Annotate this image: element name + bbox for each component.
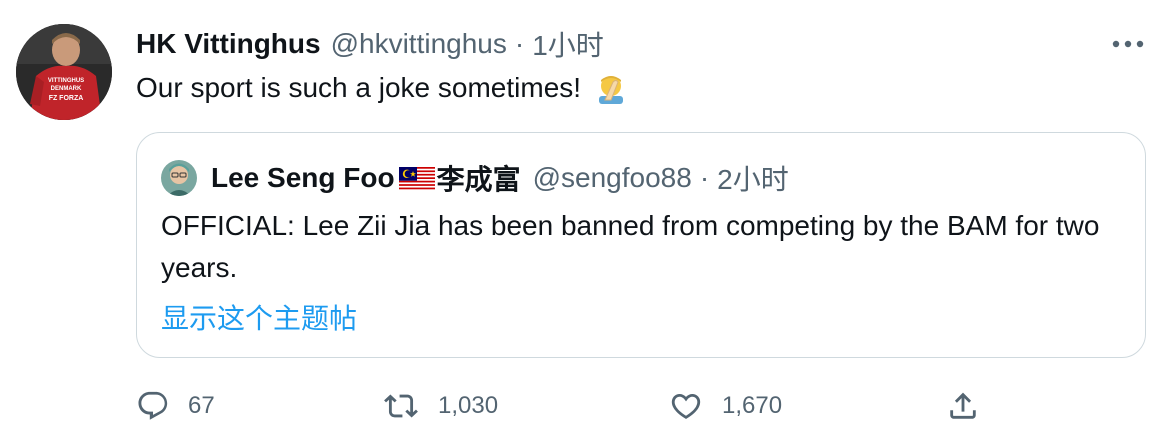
author-name[interactable]: HK Vittinghus — [136, 28, 321, 60]
quoted-author-name[interactable]: Lee Seng Foo — [211, 162, 395, 194]
quoted-separator-dot: · — [699, 162, 710, 193]
quoted-author-avatar[interactable] — [161, 160, 197, 196]
jersey-text-3: FZ FORZA — [49, 95, 84, 102]
tweet-time[interactable]: 1小时 — [532, 24, 604, 64]
quoted-tweet-text: OFFICIAL: Lee Zii Jia has been banned fr… — [161, 210, 1100, 283]
more-icon — [1112, 40, 1144, 48]
reply-button[interactable]: 67 — [136, 384, 215, 428]
tweet-text: Our sport is such a joke sometimes! — [136, 68, 627, 108]
jersey-text-2: DENMARK — [51, 86, 82, 92]
quoted-author-name-chinese[interactable]: 李成富 — [437, 158, 521, 198]
tweet-body: Our sport is such a joke sometimes! — [136, 72, 582, 103]
jersey-text-1: VITTINGHUS — [48, 78, 84, 84]
show-thread-link[interactable]: 显示这个主题帖 — [161, 297, 357, 337]
reply-icon — [138, 391, 168, 420]
quoted-author-handle[interactable]: @sengfoo88 — [533, 162, 692, 194]
heart-icon — [671, 393, 701, 419]
author-avatar[interactable]: VITTINGHUS DENMARK FZ FORZA — [16, 24, 112, 120]
quoted-tweet-time[interactable]: 2小时 — [717, 158, 789, 198]
quoted-tweet[interactable]: Lee Seng Foo 李成富 @sengfoo88 · 2小时 OFFICI… — [136, 132, 1146, 358]
author-handle[interactable]: @hkvittinghus — [331, 28, 507, 60]
share-icon — [950, 392, 976, 419]
avatar-photo: VITTINGHUS DENMARK FZ FORZA — [16, 24, 112, 120]
retweet-icon — [384, 394, 418, 418]
separator-dot: · — [514, 28, 525, 59]
tweet-header: HK Vittinghus @hkvittinghus · 1小时 — [136, 26, 1172, 62]
like-count: 1,670 — [722, 392, 783, 419]
reply-count: 67 — [188, 392, 215, 419]
malaysia-flag-icon — [398, 166, 435, 191]
tweet-actions: 67 1,030 1,670 — [136, 384, 1146, 428]
share-button[interactable] — [946, 384, 980, 428]
more-options-button[interactable] — [1110, 30, 1146, 58]
quoted-tweet-header: Lee Seng Foo 李成富 @sengfoo88 · 2小时 — [161, 159, 789, 197]
like-button[interactable]: 1,670 — [668, 384, 782, 428]
retweet-button[interactable]: 1,030 — [382, 384, 498, 428]
facepalm-emoji-icon — [595, 72, 627, 104]
retweet-count: 1,030 — [438, 392, 499, 419]
